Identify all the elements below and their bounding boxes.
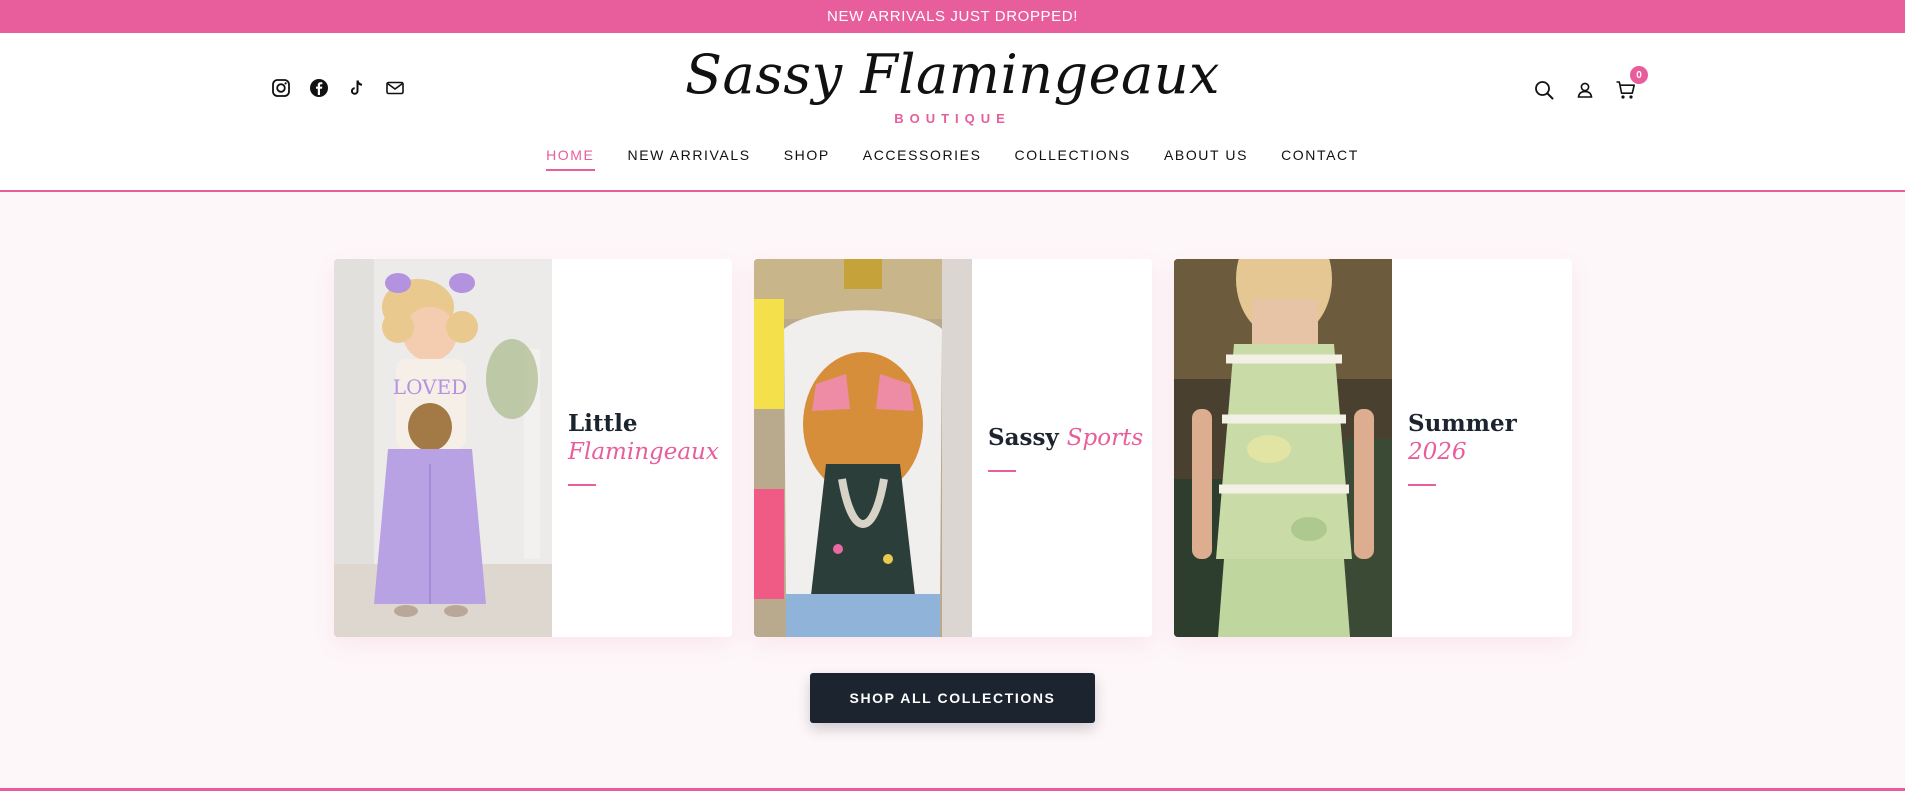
collection-cards: LOVED Little Flamingeaux Sassy Sports Su… — [334, 259, 1572, 637]
toddler-outfit-photo: LOVED — [334, 259, 552, 637]
collection-text: Little Flamingeaux — [552, 259, 732, 637]
collection-title-accent: Flamingeaux — [568, 439, 719, 465]
summer-set-photo — [1174, 259, 1392, 637]
shop-all-collections-button[interactable]: SHOP ALL COLLECTIONS — [810, 673, 1095, 723]
title-underline — [1408, 484, 1436, 486]
title-underline — [568, 484, 596, 486]
collection-card-sassy-sports[interactable]: Sassy Sports — [754, 259, 1152, 637]
site-header: Sassy Flamingeaux BOUTIQUE HOME NEW ARRI… — [0, 33, 1905, 192]
announcement-bar: NEW ARRIVALS JUST DROPPED! — [0, 0, 1905, 33]
collection-title-main: Summer — [1408, 410, 1517, 437]
title-underline — [988, 470, 1016, 472]
nav-contact[interactable]: CONTACT — [1281, 147, 1359, 171]
svg-text:LOVED: LOVED — [393, 375, 467, 399]
collection-text: Summer 2026 — [1392, 259, 1572, 637]
main-nav: HOME NEW ARRIVALS SHOP ACCESSORIES COLLE… — [0, 147, 1905, 171]
nav-collections[interactable]: COLLECTIONS — [1015, 147, 1131, 171]
nav-shop[interactable]: SHOP — [784, 147, 830, 171]
collection-title: Little Flamingeaux — [568, 410, 732, 466]
nav-home[interactable]: HOME — [546, 147, 595, 171]
header-tools: 0 — [1532, 66, 1648, 102]
collection-title-accent: 2026 — [1408, 439, 1467, 465]
account-icon[interactable] — [1573, 78, 1597, 102]
brand-tagline: BOUTIQUE — [894, 111, 1011, 126]
collection-text: Sassy Sports — [972, 259, 1152, 637]
nav-about-us[interactable]: ABOUT US — [1164, 147, 1248, 171]
collection-title-accent: Sports — [1066, 425, 1144, 451]
collection-title-main: Sassy — [988, 424, 1059, 451]
nav-accessories[interactable]: ACCESSORIES — [863, 147, 982, 171]
cart-count-badge: 0 — [1630, 66, 1648, 84]
tiger-tee-photo — [754, 259, 972, 637]
search-icon[interactable] — [1532, 78, 1556, 102]
collection-card-little-flamingeaux[interactable]: LOVED Little Flamingeaux — [334, 259, 732, 637]
collection-card-summer-2026[interactable]: Summer 2026 — [1174, 259, 1572, 637]
announcement-text: NEW ARRIVALS JUST DROPPED! — [827, 8, 1078, 25]
cart-icon[interactable]: 0 — [1614, 66, 1648, 102]
collection-title-main: Little — [568, 410, 638, 437]
collection-title: Summer 2026 — [1408, 410, 1572, 466]
nav-new-arrivals[interactable]: NEW ARRIVALS — [628, 147, 751, 171]
collection-title: Sassy Sports — [988, 424, 1152, 452]
